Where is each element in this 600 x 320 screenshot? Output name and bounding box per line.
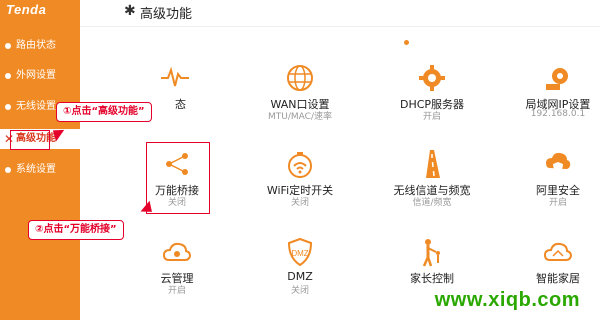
sidebar: Tenda 路由状态 外网设置 无线设置 ✕ 高级功能 系统设置 bbox=[0, 0, 82, 320]
tile-wan-settings[interactable]: WAN口设置 MTU/MAC/速率 bbox=[240, 62, 360, 122]
header-divider bbox=[80, 26, 600, 27]
step1-callout: ①点击“高级功能” bbox=[56, 102, 152, 122]
tile-parental-control[interactable]: 家长控制 bbox=[372, 236, 492, 296]
watermark: www.xiqb.com bbox=[434, 289, 580, 311]
brand-logo: Tenda bbox=[6, 2, 47, 17]
bullet-icon bbox=[5, 73, 11, 79]
advanced-highlight-box bbox=[10, 130, 50, 150]
tile-ali-security[interactable]: 阿里安全 开启 bbox=[498, 148, 600, 208]
svg-text:DMZ: DMZ bbox=[291, 249, 308, 258]
tile-status: 关闭 bbox=[290, 198, 309, 208]
bridge-highlight-box bbox=[146, 142, 210, 214]
traffic-pulse-icon bbox=[161, 66, 189, 87]
dmz-shield-icon: DMZ bbox=[287, 237, 313, 267]
sidebar-item-label: 路由状态 bbox=[16, 40, 56, 51]
bullet-icon bbox=[5, 167, 11, 173]
wifi-timer-icon bbox=[288, 152, 312, 178]
step2-callout: ②点击“万能桥接” bbox=[28, 220, 124, 240]
sidebar-item-wan-settings[interactable]: 外网设置 bbox=[0, 66, 80, 86]
dhcp-gear-icon bbox=[419, 65, 445, 91]
tile-status: MTU/MAC/速率 bbox=[268, 112, 332, 122]
bullet-icon bbox=[5, 104, 11, 110]
indicator-dot bbox=[404, 40, 409, 45]
tile-status: 关闭 bbox=[290, 286, 309, 296]
sidebar-item-label: 外网设置 bbox=[16, 70, 56, 81]
tile-label: 家长控制 bbox=[410, 272, 454, 285]
tile-status: 开启 bbox=[167, 286, 186, 296]
page-header: ✱ 高级功能 bbox=[80, 0, 600, 26]
tile-wireless-channel[interactable]: 无线信道与频宽 信道/频宽 bbox=[372, 148, 492, 208]
tile-smart-home[interactable]: 智能家居 bbox=[498, 236, 600, 296]
lan-ip-gear-icon bbox=[546, 68, 568, 90]
tile-label: 智能家居 bbox=[536, 272, 580, 285]
parent-child-icon bbox=[422, 239, 440, 267]
sidebar-item-label: 系统设置 bbox=[16, 164, 56, 175]
tile-label: DMZ bbox=[287, 270, 313, 283]
bullet-icon bbox=[5, 43, 11, 49]
page-title: 高级功能 bbox=[140, 7, 193, 22]
tile-status: 192.168.0.1 bbox=[530, 109, 586, 119]
tile-status: 信道/频宽 bbox=[412, 198, 452, 208]
tile-dhcp-server[interactable]: DHCP服务器 开启 bbox=[372, 62, 492, 122]
tile-dmz[interactable]: DMZ DMZ 关闭 bbox=[240, 236, 360, 296]
cloud-gear-icon bbox=[162, 242, 192, 261]
shield-cloud-icon bbox=[546, 152, 571, 173]
smart-home-icon bbox=[543, 242, 573, 261]
sidebar-item-system-settings[interactable]: 系统设置 bbox=[0, 160, 80, 180]
wrench-icon: ✱ bbox=[124, 3, 136, 19]
tile-wifi-timer[interactable]: WiFi定时开关 关闭 bbox=[240, 148, 360, 208]
globe-icon bbox=[287, 65, 313, 91]
tile-lan-ip-settings[interactable]: 局域网IP设置 192.168.0.1 bbox=[498, 62, 600, 122]
tile-label: 态 bbox=[175, 98, 186, 111]
channel-road-icon bbox=[426, 150, 440, 178]
tile-status: 开启 bbox=[548, 198, 567, 208]
sidebar-item-label: 无线设置 bbox=[16, 101, 56, 112]
tile-status: 开启 bbox=[422, 112, 441, 122]
sidebar-item-router-status[interactable]: 路由状态 bbox=[0, 36, 80, 56]
tile-cloud-management[interactable]: 云管理 开启 bbox=[117, 236, 237, 296]
